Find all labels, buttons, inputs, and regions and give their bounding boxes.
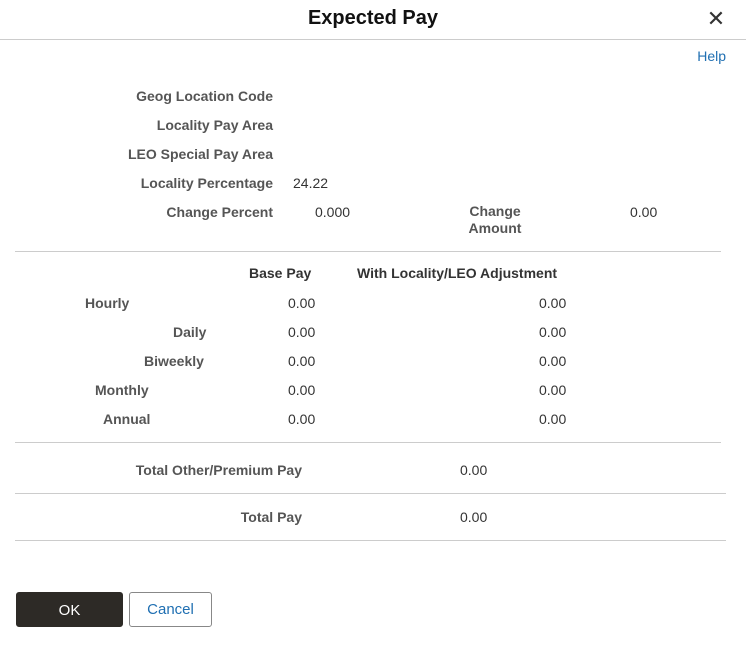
biweekly-adjusted-value: 0.00 <box>539 353 567 369</box>
total-pay-value: 0.00 <box>460 509 488 525</box>
change-percent-value: 0.000 <box>315 204 351 220</box>
change-percent-label: Change Percent <box>166 204 273 220</box>
change-amount-label: Change Amount <box>467 203 523 237</box>
help-link[interactable]: Help <box>697 48 726 64</box>
daily-label: Daily <box>173 324 207 340</box>
dialog-header: Expected Pay ✕ <box>0 0 746 40</box>
annual-label: Annual <box>103 411 151 427</box>
leo-special-pay-area-label: LEO Special Pay Area <box>128 146 273 162</box>
total-other-premium-pay-value: 0.00 <box>460 462 488 478</box>
daily-adjusted-value: 0.00 <box>539 324 567 340</box>
locality-percentage-value: 24.22 <box>293 175 329 191</box>
total-other-premium-pay-label: Total Other/Premium Pay <box>135 462 302 478</box>
section-divider <box>15 251 721 252</box>
change-amount-label-line1: Change <box>469 203 521 219</box>
monthly-base-value: 0.00 <box>288 382 316 398</box>
change-amount-label-line2: Amount <box>468 220 522 236</box>
daily-base-value: 0.00 <box>288 324 316 340</box>
biweekly-label: Biweekly <box>144 353 204 369</box>
monthly-label: Monthly <box>95 382 149 398</box>
change-amount-value: 0.00 <box>630 204 658 220</box>
locality-percentage-label: Locality Percentage <box>140 175 273 191</box>
locality-pay-area-label: Locality Pay Area <box>156 117 273 133</box>
hourly-adjusted-value: 0.00 <box>539 295 567 311</box>
section-divider <box>15 442 721 443</box>
close-icon[interactable]: ✕ <box>703 6 729 32</box>
annual-adjusted-value: 0.00 <box>539 411 567 427</box>
geog-location-code-label: Geog Location Code <box>136 88 273 104</box>
hourly-base-value: 0.00 <box>288 295 316 311</box>
cancel-button[interactable]: Cancel <box>129 592 212 627</box>
section-divider <box>15 540 726 541</box>
annual-base-value: 0.00 <box>288 411 316 427</box>
biweekly-base-value: 0.00 <box>288 353 316 369</box>
hourly-label: Hourly <box>85 295 130 311</box>
base-pay-header: Base Pay <box>249 265 312 281</box>
dialog-title: Expected Pay <box>307 7 439 29</box>
section-divider <box>15 493 726 494</box>
adjusted-pay-header: With Locality/LEO Adjustment <box>357 265 558 281</box>
monthly-adjusted-value: 0.00 <box>539 382 567 398</box>
total-pay-label: Total Pay <box>240 509 302 525</box>
ok-button[interactable]: OK <box>16 592 123 627</box>
